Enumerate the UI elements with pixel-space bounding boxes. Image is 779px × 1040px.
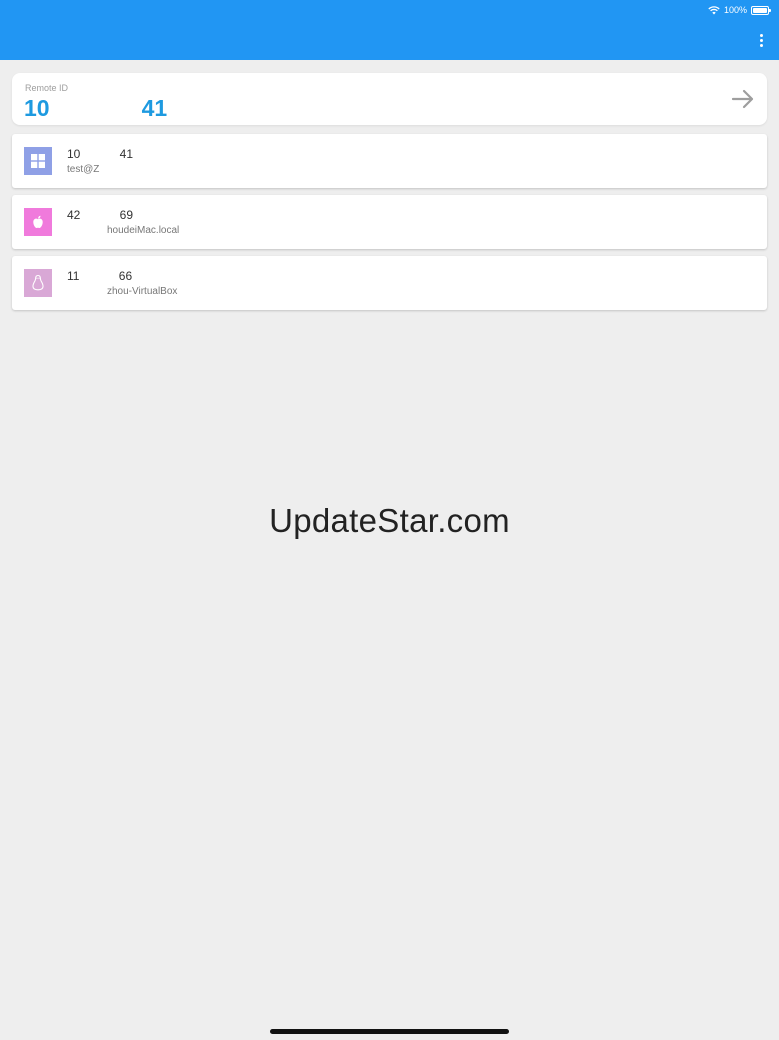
app-bar: 100%: [0, 0, 779, 60]
windows-icon: [24, 147, 52, 175]
peer-id: 42 69: [67, 208, 134, 222]
home-indicator[interactable]: [270, 1029, 509, 1034]
status-bar: 100%: [708, 3, 771, 17]
peer-card[interactable]: 11 66 zhou-VirtualBox: [12, 256, 767, 310]
more-vert-icon[interactable]: [755, 30, 767, 50]
peer-name: test@Z: [67, 164, 100, 175]
peer-name: zhou-VirtualBox: [67, 286, 178, 297]
battery-percent: 100%: [723, 5, 747, 15]
peer-card[interactable]: 42 69 houdeiMac.local: [12, 195, 767, 249]
apple-icon: [24, 208, 52, 236]
watermark: UpdateStar.com: [269, 502, 510, 539]
arrow-right-icon[interactable]: [731, 87, 755, 111]
battery-icon: [751, 5, 771, 15]
peer-card[interactable]: 10 41 test@Z: [12, 134, 767, 188]
peer-id: 11 66: [67, 269, 133, 283]
peer-name: houdeiMac.local: [67, 225, 180, 236]
peer-id: 10 41: [67, 147, 134, 161]
remote-id-input[interactable]: [24, 95, 684, 121]
linux-icon: [24, 269, 52, 297]
wifi-icon: [708, 5, 720, 14]
remote-id-card: Remote ID: [12, 73, 767, 125]
remote-id-label: Remote ID: [25, 83, 69, 93]
